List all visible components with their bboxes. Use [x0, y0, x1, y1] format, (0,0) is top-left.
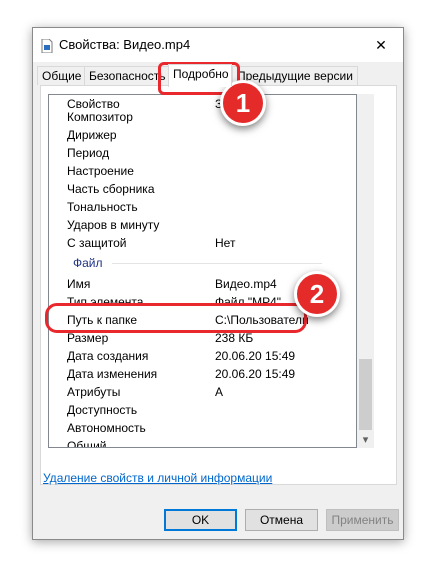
tab-strip: Общие Безопасность Подробно Предыдущие в… — [33, 64, 403, 87]
group-divider — [112, 263, 322, 264]
list-item[interactable]: С защитой Нет — [49, 234, 356, 252]
property-name: Доступность — [67, 403, 138, 417]
list-item[interactable]: Дата создания 20.06.20 15:49 — [49, 347, 356, 365]
property-name: Период — [67, 146, 110, 160]
property-value: A — [215, 385, 224, 399]
list-item[interactable]: Общий — [49, 437, 356, 448]
properties-dialog: Свойства: Видео.mp4 ✕ Общие Безопасность… — [32, 27, 404, 540]
list-item[interactable]: Доступность — [49, 401, 356, 419]
property-name: Атрибуты — [67, 385, 121, 399]
property-value: Видео.mp4 — [215, 277, 277, 291]
title-bar: Свойства: Видео.mp4 ✕ — [33, 28, 403, 62]
list-item[interactable]: Дирижер — [49, 126, 356, 144]
property-name: Дирижер — [67, 128, 117, 142]
property-name: Ударов в минуту — [67, 218, 160, 232]
remove-properties-link[interactable]: Удаление свойств и личной информации — [43, 471, 272, 485]
list-item[interactable]: Автономность — [49, 419, 356, 437]
file-icon — [41, 39, 53, 53]
apply-button[interactable]: Применить — [326, 509, 399, 531]
list-item[interactable]: Тональность — [49, 198, 356, 216]
details-panel: Свойство Зна Композитор Дирижер Период Н… — [40, 85, 397, 485]
property-name: Часть сборника — [67, 182, 155, 196]
property-name: Размер — [67, 331, 109, 345]
property-name: Тональность — [67, 200, 138, 214]
cancel-button[interactable]: Отмена — [245, 509, 318, 531]
scroll-down-button[interactable]: ▾ — [357, 431, 374, 448]
list-item[interactable]: Дата изменения 20.06.20 15:49 — [49, 365, 356, 383]
property-value: 20.06.20 15:49 — [215, 367, 296, 381]
list-item[interactable]: Композитор — [49, 108, 356, 126]
chevron-down-icon: ▾ — [362, 434, 369, 446]
list-item[interactable]: Ударов в минуту — [49, 216, 356, 234]
property-name: Дата изменения — [67, 367, 158, 381]
property-name: Имя — [67, 277, 91, 291]
list-item[interactable]: Настроение — [49, 162, 356, 180]
tab-details[interactable]: Подробно — [168, 64, 232, 87]
ok-button[interactable]: OK — [164, 509, 237, 531]
list-item[interactable]: Период — [49, 144, 356, 162]
list-item[interactable]: Часть сборника — [49, 180, 356, 198]
close-button[interactable]: ✕ — [359, 28, 403, 62]
property-name: Дата создания — [67, 349, 149, 363]
property-name: С защитой — [67, 236, 127, 250]
tab-general[interactable]: Общие — [37, 66, 87, 85]
property-value: Нет — [215, 236, 236, 250]
close-icon: ✕ — [375, 36, 387, 53]
property-name: Композитор — [67, 110, 133, 124]
property-value: 238 КБ — [215, 331, 254, 345]
property-value: 20.06.20 15:49 — [215, 349, 296, 363]
scrollbar-thumb[interactable] — [359, 359, 372, 430]
property-name: Автономность — [67, 421, 146, 435]
property-name: Настроение — [67, 164, 134, 178]
property-name: Общий — [67, 439, 107, 448]
group-label: Файл — [73, 256, 103, 270]
highlight-item-type-row — [45, 303, 307, 333]
window-title: Свойства: Видео.mp4 — [59, 37, 191, 52]
vertical-scrollbar[interactable]: ▾ — [357, 94, 374, 448]
list-item[interactable]: Атрибуты A — [49, 383, 356, 401]
step-badge-2: 2 — [294, 271, 340, 317]
